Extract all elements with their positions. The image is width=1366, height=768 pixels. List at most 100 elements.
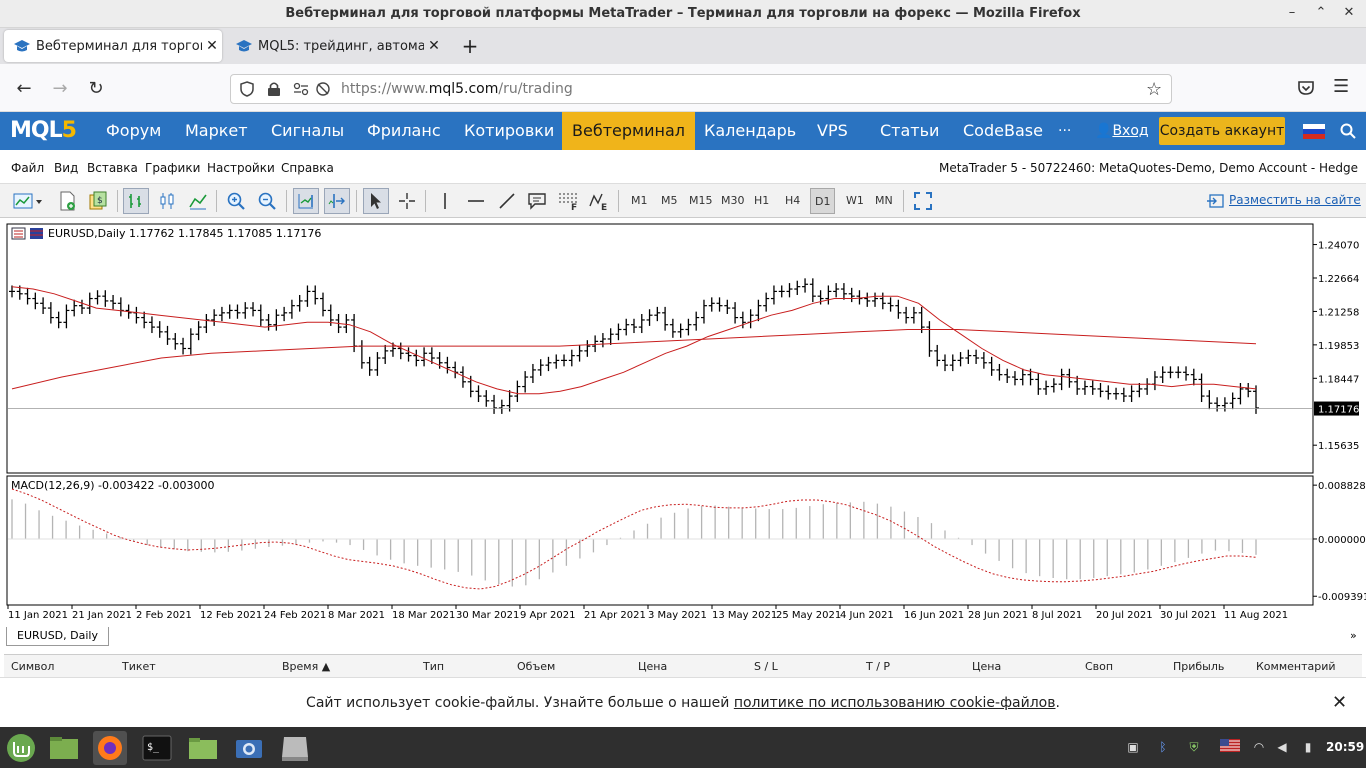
bluetooth-icon[interactable]: ᛒ [1155,739,1171,755]
chart-tab-eurusd[interactable]: EURUSD, Daily [6,627,109,646]
col-current-price[interactable]: Цена [972,660,1001,673]
close-window-button[interactable]: ✕ [1339,4,1359,22]
minimize-button[interactable]: – [1282,4,1302,22]
permissions-icon[interactable] [293,82,309,96]
zoom-in-icon[interactable] [223,188,249,214]
autoscroll-icon[interactable] [293,188,319,214]
trade-history-icon[interactable]: $ [85,188,111,214]
nav-codebase[interactable]: CodeBase [963,112,1043,150]
drive-icon[interactable] [278,731,312,765]
mql5-logo[interactable]: MQL5 [10,118,77,143]
tab-mql5[interactable]: MQL5: трейдинг, автоматический трейдинг … [226,30,444,62]
lock-icon[interactable] [267,81,281,97]
forward-arrow-icon[interactable]: → [49,78,71,100]
cursor-icon[interactable] [363,188,389,214]
battery-icon[interactable]: ▮ [1300,739,1316,755]
new-chart-icon[interactable] [10,188,46,214]
camera-icon[interactable] [232,731,266,765]
expand-icon[interactable]: » [1350,629,1357,642]
nav-forum[interactable]: Форум [106,112,161,150]
horizontal-line-icon[interactable] [463,188,489,214]
nav-calendar[interactable]: Календарь [704,112,796,150]
mint-menu-icon[interactable] [4,731,38,765]
col-comment[interactable]: Комментарий [1256,660,1336,673]
col-price[interactable]: Цена [638,660,667,673]
terminal-icon[interactable]: $_ [140,731,174,765]
col-symbol[interactable]: Символ [11,660,54,673]
timeframe-w1[interactable]: W1 [842,188,868,214]
timeframe-m15[interactable]: M15 [685,188,717,214]
fibonacci-icon[interactable]: F [555,188,581,214]
nav-articles[interactable]: Статьи [880,112,939,150]
menu-insert[interactable]: Вставка [87,161,138,175]
menu-file[interactable]: Файл [11,161,44,175]
cookie-close-icon[interactable]: ✕ [1332,692,1347,713]
search-icon[interactable] [1340,123,1356,139]
chart-shift-icon[interactable] [324,188,350,214]
folder-icon[interactable] [186,731,220,765]
menu-help[interactable]: Справка [281,161,334,175]
close-tab-icon[interactable]: ✕ [202,38,222,54]
restore-button[interactable]: ⌃ [1311,4,1331,22]
menu-charts[interactable]: Графики [145,161,200,175]
vertical-line-icon[interactable] [432,188,458,214]
timeframe-d1[interactable]: D1 [810,188,836,214]
timeframe-mn[interactable]: MN [871,188,897,214]
create-account-button[interactable]: Создать аккаунт [1159,117,1285,145]
elliott-wave-icon[interactable]: E [586,188,612,214]
crosshair-icon[interactable] [394,188,420,214]
line-chart-mode-icon[interactable] [185,188,211,214]
tab-webterminal[interactable]: Вебтерминал для торговой платформы MetaT… [4,30,222,62]
fullscreen-icon[interactable] [910,188,936,214]
updates-icon[interactable]: ▣ [1125,739,1141,755]
chart-area[interactable]: EURUSD,Daily 1.17762 1.17845 1.17085 1.1… [0,218,1366,650]
url-bar[interactable]: https://www.mql5.com/ru/trading ☆ [230,74,1172,104]
shield-icon[interactable] [239,81,255,97]
nav-more[interactable]: ··· [1058,112,1071,150]
trend-line-icon[interactable] [494,188,520,214]
russian-flag-icon[interactable] [1303,124,1325,139]
timeframe-m1[interactable]: M1 [627,188,652,214]
nav-signals[interactable]: Сигналы [271,112,344,150]
nav-market[interactable]: Маркет [185,112,248,150]
reload-icon[interactable]: ↻ [85,78,107,100]
col-sl[interactable]: S / L [754,660,778,673]
timeframe-m5[interactable]: M5 [657,188,682,214]
menu-view[interactable]: Вид [54,161,78,175]
candlestick-mode-icon[interactable] [154,188,180,214]
zoom-out-icon[interactable] [254,188,280,214]
new-order-icon[interactable] [55,188,81,214]
cookie-policy-link[interactable]: политике по использованию cookie-файлов [734,695,1056,711]
close-tab-icon[interactable]: ✕ [424,38,444,54]
nav-vps[interactable]: VPS [817,112,848,150]
timeframe-m30[interactable]: M30 [717,188,749,214]
col-profit[interactable]: Прибыль [1173,660,1224,673]
col-volume[interactable]: Объем [517,660,555,673]
url-text[interactable]: https://www.mql5.com/ru/trading [341,81,573,97]
nav-quotes[interactable]: Котировки [464,112,554,150]
place-on-site-link[interactable]: Разместить на сайте [1229,193,1361,207]
timeframe-h4[interactable]: H4 [781,188,804,214]
col-type[interactable]: Тип [423,660,444,673]
timeframe-h1[interactable]: H1 [750,188,773,214]
bookmark-star-icon[interactable]: ☆ [1146,79,1162,100]
security-shield-icon[interactable]: ⛨ [1186,739,1202,755]
menu-hamburger-icon[interactable]: ☰ [1333,76,1349,97]
wifi-icon[interactable]: ◠ [1251,739,1267,755]
col-tp[interactable]: T / P [866,660,890,673]
embed-icon[interactable] [1206,194,1224,208]
col-time[interactable]: Время ▲ [282,660,330,673]
us-flag-icon[interactable] [1220,739,1240,755]
col-ticket[interactable]: Тикет [122,660,156,673]
menu-settings[interactable]: Настройки [207,161,275,175]
login-link[interactable]: 👤Вход [1095,112,1149,150]
volume-icon[interactable]: ◀ [1274,739,1290,755]
bar-chart-mode-icon[interactable] [123,188,149,214]
nav-freelance[interactable]: Фриланс [367,112,441,150]
files-icon[interactable] [47,731,81,765]
firefox-icon[interactable] [93,731,127,765]
pocket-icon[interactable] [1297,80,1315,96]
text-label-icon[interactable] [524,188,550,214]
back-arrow-icon[interactable]: ← [13,78,35,100]
price-chart[interactable]: EURUSD,Daily 1.17762 1.17845 1.17085 1.1… [0,218,1366,628]
